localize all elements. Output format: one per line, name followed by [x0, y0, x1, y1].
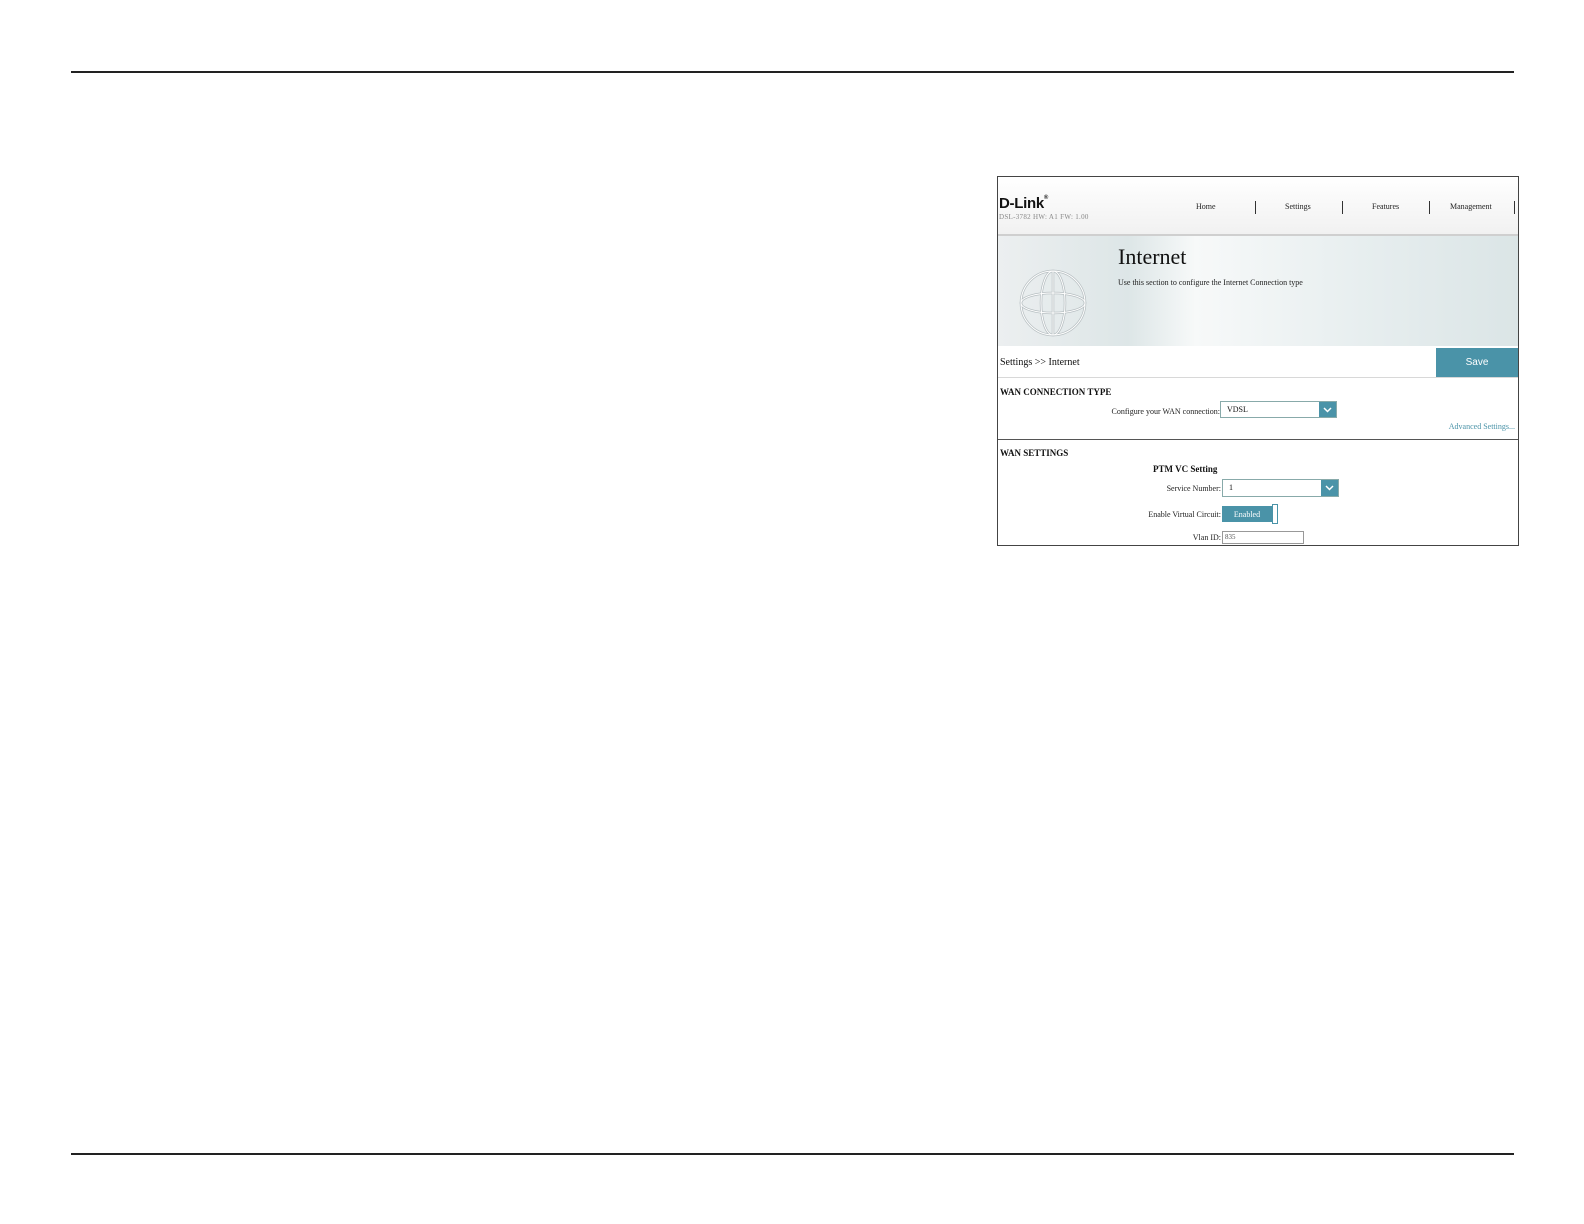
nav-features[interactable]: Features	[1372, 202, 1399, 211]
chevron-down-icon	[1321, 480, 1338, 496]
dlink-logo: D-Link®	[999, 195, 1048, 212]
service-number-value: 1	[1229, 483, 1233, 492]
page-description: Use this section to configure the Intern…	[1118, 278, 1303, 287]
section-divider	[998, 439, 1518, 440]
logo-mark: ®	[1043, 195, 1048, 201]
nav-management[interactable]: Management	[1450, 202, 1492, 211]
nav-home[interactable]: Home	[1196, 202, 1216, 211]
page-bottom-rule	[71, 1153, 1514, 1155]
nav-settings[interactable]: Settings	[1285, 202, 1311, 211]
wan-connection-select[interactable]: VDSL	[1220, 401, 1337, 418]
page-banner: Internet Use this section to configure t…	[998, 236, 1518, 346]
router-screenshot: D-Link® DSL-3782 HW: A1 FW: 1.00 Home Se…	[997, 176, 1519, 546]
router-header: D-Link® DSL-3782 HW: A1 FW: 1.00 Home Se…	[998, 177, 1518, 236]
enable-virtual-circuit-toggle[interactable]: Enabled	[1222, 504, 1282, 524]
toggle-knob[interactable]	[1272, 504, 1278, 524]
toggle-enabled-state: Enabled	[1222, 506, 1272, 522]
model-info: DSL-3782 HW: A1 FW: 1.00	[999, 213, 1089, 221]
wan-connection-label: Configure your WAN connection:	[1111, 407, 1221, 416]
advanced-settings-link[interactable]: Advanced Settings...	[1449, 422, 1515, 431]
logo-text: D-Link	[999, 195, 1044, 212]
save-button[interactable]: Save	[1436, 348, 1518, 377]
ptm-vc-setting-heading: PTM VC Setting	[1153, 464, 1218, 474]
wan-connection-value: VDSL	[1227, 405, 1248, 414]
nav-separator	[1429, 201, 1430, 214]
vlan-id-label: Vlan ID:	[1192, 533, 1221, 542]
wan-connection-type-title: WAN CONNECTION TYPE	[1000, 387, 1112, 397]
enable-virtual-circuit-label: Enable Virtual Circuit:	[1148, 510, 1221, 519]
breadcrumb: Settings >> Internet	[1000, 357, 1080, 368]
nav-separator	[1342, 201, 1343, 214]
globe-icon	[1019, 269, 1087, 337]
page-title: Internet	[1118, 244, 1187, 269]
wan-settings-title: WAN SETTINGS	[1000, 448, 1069, 458]
chevron-down-icon	[1319, 402, 1336, 417]
vlan-id-input[interactable]: 835	[1222, 531, 1304, 544]
service-number-label: Service Number:	[1166, 484, 1221, 493]
nav-separator	[1255, 201, 1256, 214]
service-number-select[interactable]: 1	[1222, 479, 1339, 497]
breadcrumb-bar: Settings >> Internet Save	[998, 348, 1518, 378]
page-top-rule	[71, 71, 1514, 73]
nav-separator	[1514, 201, 1515, 214]
